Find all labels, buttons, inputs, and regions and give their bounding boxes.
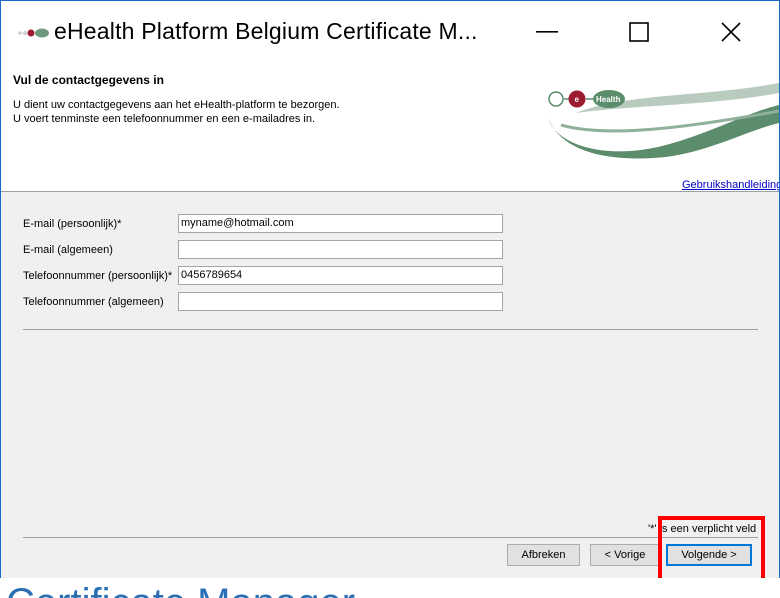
wizard-header: Vul de contactgegevens in U dient uw con… xyxy=(1,63,779,191)
phone-general-input[interactable] xyxy=(178,292,503,311)
label-email-personal: E-mail (persoonlijk)* xyxy=(23,218,122,230)
form-divider xyxy=(23,329,758,330)
logo-letter: e xyxy=(575,95,580,104)
background-window: Certificate Manager xyxy=(0,578,780,598)
email-personal-input[interactable]: myname@hotmail.com xyxy=(178,214,503,233)
app-logo-icon xyxy=(18,28,49,38)
background-window-title: Certificate Manager xyxy=(6,581,355,598)
label-email-general: E-mail (algemeen) xyxy=(23,244,113,256)
page-title: Vul de contactgegevens in xyxy=(13,73,164,87)
title-bar[interactable]: eHealth Platform Belgium Certificate M..… xyxy=(1,1,779,63)
maximize-icon xyxy=(629,22,649,42)
cancel-button[interactable]: Afbreken xyxy=(507,544,580,566)
app-window: eHealth Platform Belgium Certificate M..… xyxy=(0,0,780,598)
minimize-button[interactable] xyxy=(501,1,593,63)
description-line-2: U voert tenminste een telefoonnummer en … xyxy=(13,113,316,125)
header-divider xyxy=(1,191,779,192)
required-field-note: '*' is een verplicht veld xyxy=(648,523,757,535)
maximize-button[interactable] xyxy=(593,1,685,63)
previous-button[interactable]: < Vorige xyxy=(590,544,660,566)
close-button[interactable] xyxy=(685,1,777,63)
email-general-input[interactable] xyxy=(178,240,503,259)
footer-divider xyxy=(23,537,758,538)
next-button[interactable]: Volgende > xyxy=(666,544,752,566)
logo-text: Health xyxy=(596,95,621,104)
ehealth-logo: e Health xyxy=(548,83,779,159)
description-line-1: U dient uw contactgegevens aan het eHeal… xyxy=(13,99,340,111)
label-phone-personal: Telefoonnummer (persoonlijk)* xyxy=(23,270,173,282)
phone-personal-input[interactable]: 0456789654 xyxy=(178,266,503,285)
label-phone-general: Telefoonnummer (algemeen) xyxy=(23,296,164,308)
window-title: eHealth Platform Belgium Certificate M..… xyxy=(54,18,478,44)
page-description: U dient uw contactgegevens aan het eHeal… xyxy=(13,98,340,126)
minimize-icon xyxy=(536,31,558,33)
help-link[interactable]: Gebruikshandleiding xyxy=(682,179,779,191)
close-icon xyxy=(721,22,741,42)
